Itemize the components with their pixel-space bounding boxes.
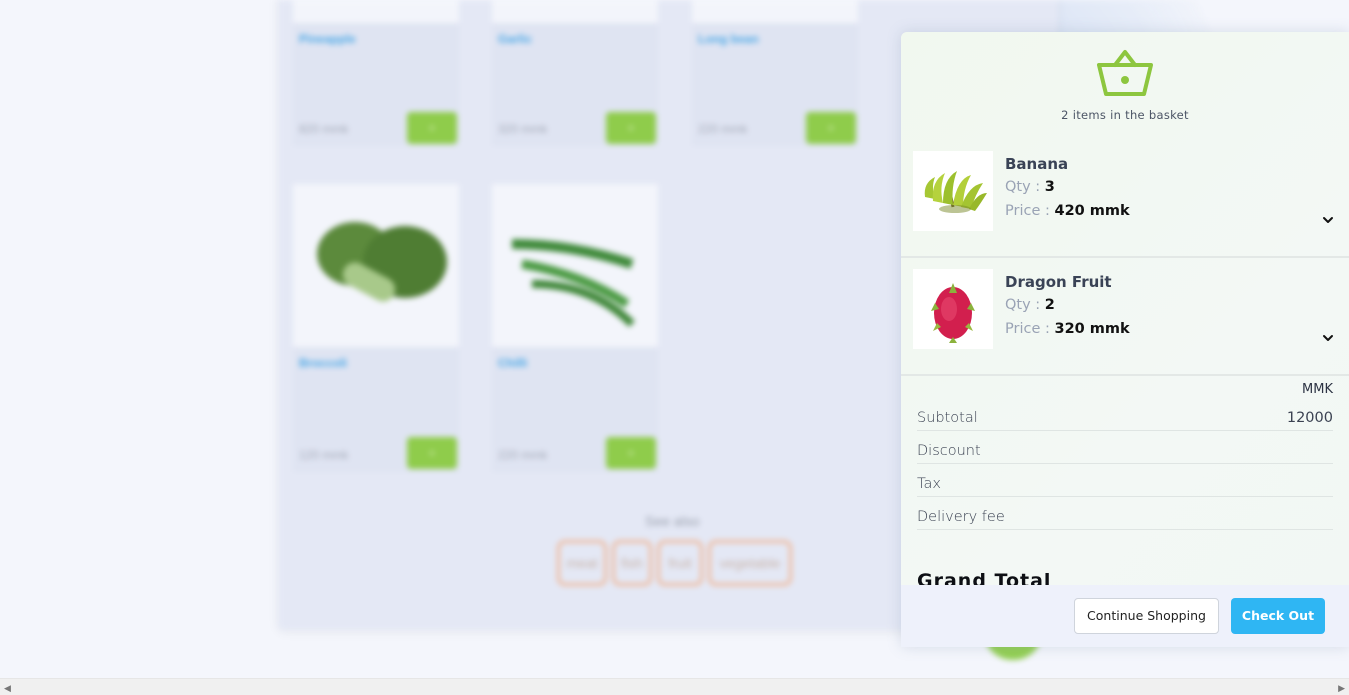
broccoli-image: [317, 222, 447, 302]
tag-meat[interactable]: meat: [557, 540, 607, 586]
price-value: 320 mmk: [1054, 321, 1130, 337]
add-to-cart-button[interactable]: +: [407, 112, 457, 144]
banana-image: [913, 151, 993, 231]
product-image: [492, 184, 658, 347]
product-name[interactable]: Broccoli: [299, 356, 347, 370]
product-price: 220 mmk: [498, 448, 548, 462]
product-image: [293, 184, 459, 347]
product-card[interactable]: Pineapple 820 mmk +: [293, 0, 459, 146]
basket-item-count: 2 items in the basket: [1061, 108, 1189, 122]
dragon-fruit-icon: [931, 283, 975, 343]
currency-label: MMK: [1302, 382, 1333, 397]
subtotal-row: Subtotal 12000: [917, 398, 1333, 431]
chevron-down-icon[interactable]: [1321, 213, 1335, 227]
subtotal-value: 12000: [1286, 410, 1333, 426]
add-to-cart-button[interactable]: +: [606, 112, 656, 144]
add-to-cart-button[interactable]: +: [806, 112, 856, 144]
qty-label: Qty :: [1005, 179, 1041, 195]
qty-value: 3: [1044, 179, 1055, 195]
price-value: 420 mmk: [1054, 203, 1130, 219]
price-label: Price :: [1005, 321, 1050, 337]
product-price: 220 mmk: [698, 122, 748, 136]
product-name[interactable]: Garlic: [498, 32, 532, 46]
banana-icon: [924, 171, 987, 213]
tag-fruit[interactable]: fruit: [657, 540, 703, 586]
product-name[interactable]: Long bean: [698, 32, 759, 46]
basket-header: 2 items in the basket: [901, 32, 1349, 132]
product-card[interactable]: Chilli 220 mmk +: [492, 184, 658, 472]
basket-item[interactable]: Dragon Fruit Qty : 2 Price : 320 mmk: [901, 258, 1349, 376]
product-card[interactable]: Garlic 320 mmk +: [492, 0, 658, 146]
product-card[interactable]: Broccoli 120 mmk +: [293, 184, 459, 472]
product-name[interactable]: Chilli: [498, 356, 527, 370]
chevron-down-icon[interactable]: [1321, 331, 1335, 345]
subtotal-label: Subtotal: [917, 410, 978, 426]
basket-footer: Continue Shopping Check Out: [901, 585, 1349, 647]
scroll-left-icon[interactable]: ◀: [4, 683, 11, 694]
discount-label: Discount: [917, 443, 981, 459]
item-price: Price : 320 mmk: [1005, 321, 1130, 337]
product-image: [692, 0, 858, 23]
delivery-fee-label: Delivery fee: [917, 509, 1005, 525]
product-price: 120 mmk: [299, 448, 349, 462]
product-card[interactable]: Long bean 220 mmk +: [692, 0, 858, 146]
checkout-button[interactable]: Check Out: [1231, 598, 1325, 634]
horizontal-scrollbar[interactable]: ◀ ▶: [0, 678, 1349, 695]
product-name[interactable]: Pineapple: [299, 32, 356, 46]
product-price: 320 mmk: [498, 122, 548, 136]
item-qty: Qty : 3: [1005, 179, 1055, 195]
item-name: Banana: [1005, 155, 1069, 173]
tax-row: Tax: [917, 464, 1333, 497]
item-name: Dragon Fruit: [1005, 273, 1112, 291]
product-image: [293, 0, 459, 23]
product-price: 820 mmk: [299, 122, 349, 136]
tax-label: Tax: [917, 476, 941, 492]
dragon-fruit-image: [913, 269, 993, 349]
qty-value: 2: [1044, 297, 1055, 313]
see-also-label: See also: [645, 513, 700, 529]
discount-row: Discount: [917, 431, 1333, 464]
basket-panel: 2 items in the basket Banana Qty : 3 Pri…: [901, 32, 1349, 647]
basket-icon: [1097, 50, 1153, 96]
qty-label: Qty :: [1005, 297, 1041, 313]
item-price: Price : 420 mmk: [1005, 203, 1130, 219]
add-to-cart-button[interactable]: +: [407, 437, 457, 469]
delivery-fee-row: Delivery fee: [917, 497, 1333, 530]
item-qty: Qty : 2: [1005, 297, 1055, 313]
basket-item[interactable]: Banana Qty : 3 Price : 420 mmk: [901, 140, 1349, 258]
chilli-image: [511, 239, 635, 327]
tag-fish[interactable]: fish: [612, 540, 652, 586]
product-image: [492, 0, 658, 23]
price-label: Price :: [1005, 203, 1050, 219]
scroll-right-icon[interactable]: ▶: [1338, 683, 1345, 694]
tag-vegetable[interactable]: vegetable: [708, 540, 792, 586]
continue-shopping-button[interactable]: Continue Shopping: [1074, 598, 1219, 634]
add-to-cart-button[interactable]: +: [606, 437, 656, 469]
